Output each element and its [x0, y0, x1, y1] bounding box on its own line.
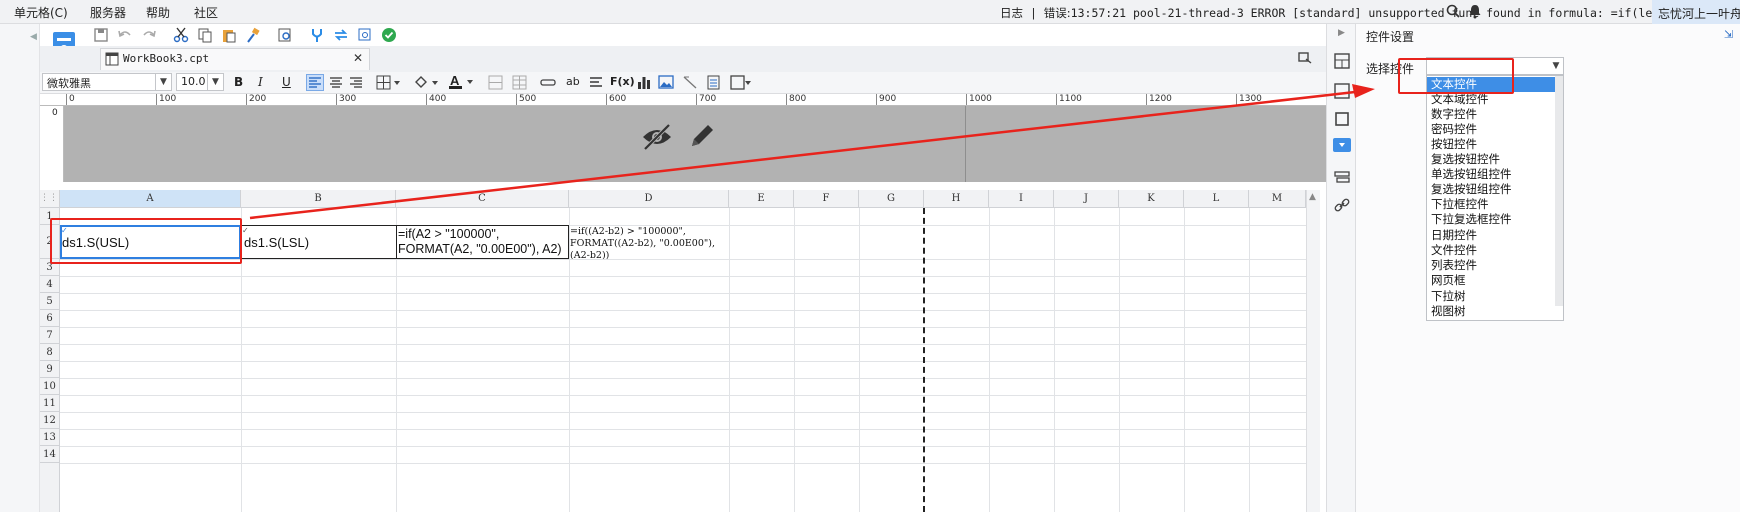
annotation-arrow — [249, 84, 1375, 220]
